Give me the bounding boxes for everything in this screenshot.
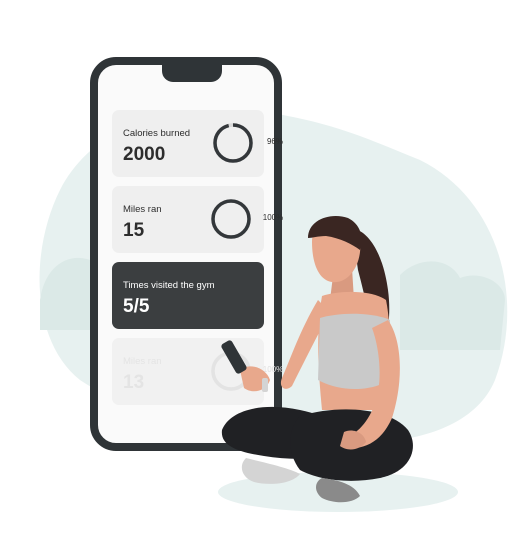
woman-illustration (221, 216, 413, 503)
right-foot (316, 478, 360, 503)
left-foot (241, 458, 300, 484)
hand-phone (221, 340, 247, 374)
wristband (262, 378, 268, 392)
